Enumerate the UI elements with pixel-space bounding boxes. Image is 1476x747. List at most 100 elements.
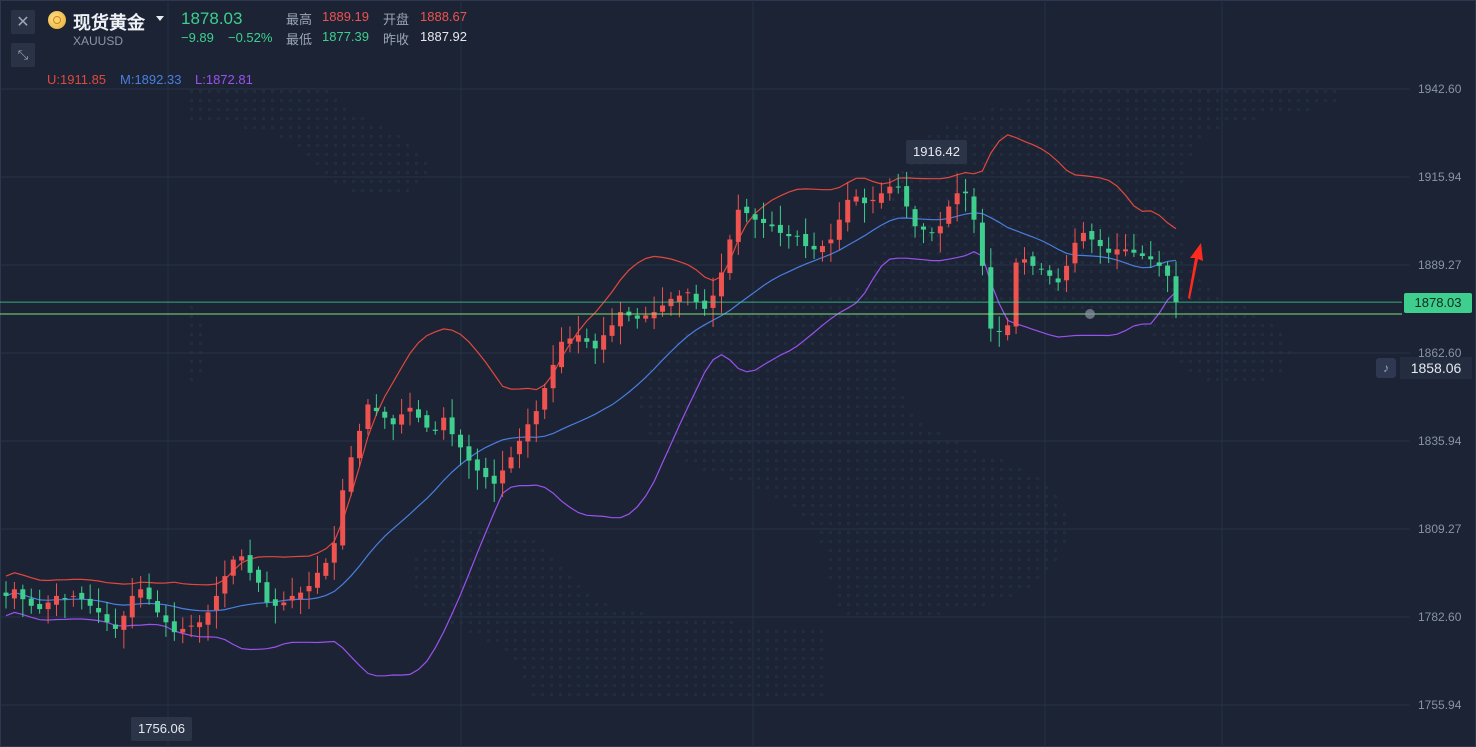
candle xyxy=(491,459,497,503)
candle-body xyxy=(314,572,320,588)
candle xyxy=(651,296,657,330)
candle xyxy=(963,178,969,212)
chevron-down-icon[interactable] xyxy=(156,16,164,21)
candle xyxy=(197,615,203,643)
candle xyxy=(735,194,741,255)
candle-body xyxy=(685,292,691,294)
candle xyxy=(559,327,565,374)
candle xyxy=(407,392,413,426)
candle-body xyxy=(205,612,211,625)
symbol-name[interactable]: 现货黄金 xyxy=(73,9,145,35)
candle xyxy=(458,429,464,466)
candle xyxy=(11,581,17,610)
candle xyxy=(256,566,262,592)
candle xyxy=(685,288,691,306)
candle-body xyxy=(121,615,127,630)
candlestick-chart[interactable] xyxy=(0,0,1476,747)
candle-body xyxy=(559,341,565,368)
candle-body xyxy=(643,315,649,319)
candle-body xyxy=(870,199,876,202)
candle xyxy=(96,588,102,624)
y-tick-label: 1915.94 xyxy=(1418,170,1462,184)
candle xyxy=(323,558,329,580)
bollinger-middle-label: M:1892.33 xyxy=(120,72,182,87)
candle xyxy=(155,590,161,618)
candle xyxy=(996,316,1002,347)
candle xyxy=(601,316,607,363)
candle xyxy=(331,526,337,580)
gold-coin-icon xyxy=(48,11,66,29)
candle-body xyxy=(37,603,43,610)
candle xyxy=(3,581,9,609)
candle xyxy=(272,588,278,624)
candle-body xyxy=(508,457,514,469)
y-tick-label: 1809.27 xyxy=(1418,522,1462,536)
candle-body xyxy=(761,218,767,223)
low-label: 最低 xyxy=(286,32,313,47)
candle xyxy=(1148,241,1154,268)
y-tick-label: 1942.60 xyxy=(1418,82,1462,96)
candle-body xyxy=(239,556,245,561)
candle-body xyxy=(693,293,699,303)
candle-body xyxy=(878,193,884,203)
candle-body xyxy=(45,602,51,610)
candle xyxy=(20,584,26,618)
candle-body xyxy=(845,199,851,223)
candle xyxy=(129,578,135,629)
candle xyxy=(643,306,649,323)
candle-body xyxy=(979,222,985,266)
candle xyxy=(146,573,152,605)
collapse-arrows-icon[interactable]: ⤡ xyxy=(11,43,35,67)
bollinger-upper-line xyxy=(5,134,1177,586)
candle xyxy=(584,328,590,349)
candle xyxy=(803,218,809,259)
candle xyxy=(171,602,177,641)
candle-body xyxy=(432,429,438,431)
candle xyxy=(222,560,228,608)
candle xyxy=(718,253,724,313)
candle xyxy=(1021,247,1027,275)
candle xyxy=(853,189,859,206)
candle xyxy=(424,410,430,433)
candle-body xyxy=(146,587,152,600)
candle xyxy=(138,576,144,608)
candle xyxy=(264,571,270,608)
candle-body xyxy=(895,186,901,188)
candle-body xyxy=(180,628,186,633)
candle xyxy=(1106,237,1112,263)
candle-body xyxy=(676,295,682,302)
candle-body xyxy=(79,592,85,600)
candle-body xyxy=(794,235,800,237)
candle-body xyxy=(971,196,977,220)
current-price-tag: 1878.03 xyxy=(1404,293,1472,313)
candle xyxy=(79,586,85,610)
candle xyxy=(1064,254,1070,293)
candle xyxy=(1156,250,1162,277)
candle xyxy=(550,345,556,403)
candle-body xyxy=(11,589,17,599)
candle-body xyxy=(1089,231,1095,240)
open-label: 开盘 xyxy=(383,12,410,27)
candle-body xyxy=(525,424,531,442)
candle-body xyxy=(415,409,421,418)
candle-body xyxy=(1038,268,1044,270)
candle-body xyxy=(811,245,817,250)
close-icon[interactable]: ✕ xyxy=(11,10,35,34)
candle-body xyxy=(3,592,9,596)
candle-body xyxy=(744,206,750,214)
candle-body xyxy=(483,467,489,478)
candle-body xyxy=(466,446,472,461)
candle xyxy=(878,182,884,209)
bell-icon[interactable]: ♪ xyxy=(1376,358,1396,378)
candle-body xyxy=(449,417,455,435)
prev-close-label: 昨收 xyxy=(383,32,410,47)
candle xyxy=(28,588,34,614)
trough-low-label: 1756.06 xyxy=(131,717,192,741)
candle-body xyxy=(634,315,640,319)
world-map-dots xyxy=(190,90,1336,696)
candle xyxy=(348,445,354,497)
candle-body xyxy=(1064,265,1070,281)
candle-body xyxy=(20,589,26,600)
alert-price-tag[interactable]: 1858.06 xyxy=(1400,357,1472,379)
candle xyxy=(500,450,506,498)
